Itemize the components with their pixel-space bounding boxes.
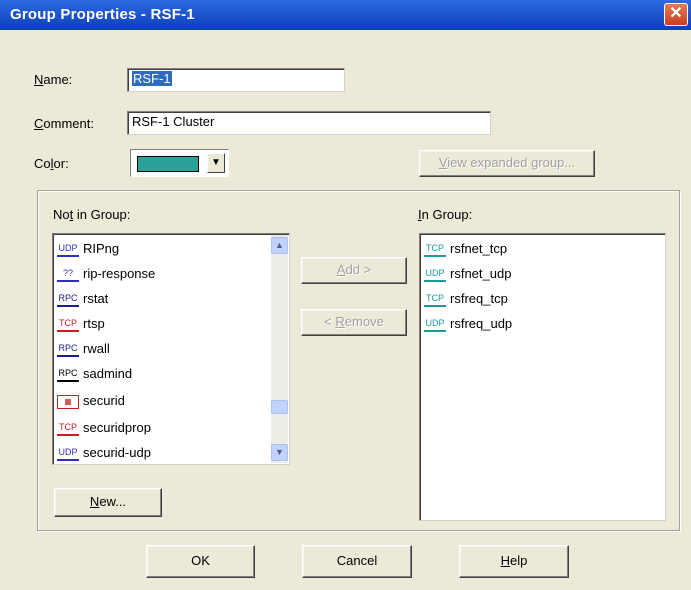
list-item[interactable]: UDP RIPng xyxy=(57,238,119,260)
udp-icon: UDP xyxy=(424,268,446,282)
view-expanded-group-button[interactable]: View expanded group... xyxy=(419,150,595,177)
udp-icon: UDP xyxy=(424,318,446,332)
tcp-icon: TCP xyxy=(424,243,446,257)
list-item[interactable]: ▦ securid xyxy=(57,390,125,412)
name-label: Name: xyxy=(34,72,73,87)
comment-field[interactable]: RSF-1 Cluster xyxy=(127,111,491,135)
not-in-group-list[interactable]: UDP RIPng ?? rip-response RPC rstat TCP rtsp… xyxy=(52,233,290,465)
group-icon: ▦ xyxy=(57,394,79,409)
color-label: Color: xyxy=(34,156,69,171)
group-properties-dialog: Group Properties - RSF-1 ✕ Name: RSF-1 C… xyxy=(0,0,691,590)
new-button[interactable]: New... xyxy=(54,488,162,517)
list-item[interactable]: TCP securidprop xyxy=(57,417,151,439)
rpc-icon: RPC xyxy=(57,293,79,307)
list-item[interactable]: RPC rstat xyxy=(57,288,108,310)
scrollbar-thumb[interactable] xyxy=(271,400,288,414)
list-item[interactable]: UDP rsfreq_udp xyxy=(424,313,512,335)
tcp-icon: TCP xyxy=(57,318,79,332)
name-field[interactable]: RSF-1 xyxy=(127,68,345,92)
list-item[interactable]: TCP rsfnet_tcp xyxy=(424,238,507,260)
list-item[interactable]: RPC sadmind xyxy=(57,363,132,385)
cancel-button[interactable]: Cancel xyxy=(302,545,412,578)
tcp-icon: TCP xyxy=(57,422,79,436)
rpc-icon: RPC xyxy=(57,343,79,357)
scroll-up-icon[interactable]: ▲ xyxy=(271,237,288,254)
add-button[interactable]: Add > xyxy=(301,257,407,284)
scroll-down-icon[interactable]: ▼ xyxy=(271,444,288,461)
list-item[interactable]: ?? rip-response xyxy=(57,263,155,285)
comment-label: Comment: xyxy=(34,116,94,131)
remove-button[interactable]: < Remove xyxy=(301,309,407,336)
title-bar[interactable]: Group Properties - RSF-1 ✕ xyxy=(0,0,691,30)
list-item[interactable]: UDP rsfnet_udp xyxy=(424,263,511,285)
list-item[interactable]: TCP rtsp xyxy=(57,313,105,335)
list-item[interactable]: TCP rsfreq_tcp xyxy=(424,288,508,310)
close-icon[interactable]: ✕ xyxy=(664,3,688,26)
ok-button[interactable]: OK xyxy=(146,545,255,578)
unknown-service-icon: ?? xyxy=(57,268,79,282)
help-button[interactable]: Help xyxy=(459,545,569,578)
color-swatch xyxy=(137,156,199,172)
in-group-label: In Group: xyxy=(418,207,473,222)
list-item[interactable]: UDP securid-udp xyxy=(57,442,151,464)
udp-icon: UDP xyxy=(57,243,79,257)
list-item[interactable]: RPC rwall xyxy=(57,338,110,360)
comment-value: RSF-1 Cluster xyxy=(132,114,215,129)
tcp-icon: TCP xyxy=(424,293,446,307)
window-title: Group Properties - RSF-1 xyxy=(10,6,195,23)
vertical-scrollbar[interactable]: ▲ ▼ xyxy=(271,235,288,463)
not-in-group-label: Not in Group: xyxy=(53,207,131,222)
in-group-list[interactable]: TCP rsfnet_tcp UDP rsfnet_udp TCP rsfreq_tc… xyxy=(419,233,666,521)
color-picker[interactable]: ▼ xyxy=(130,149,229,177)
udp-icon: UDP xyxy=(57,447,79,461)
chevron-down-icon[interactable]: ▼ xyxy=(207,153,225,173)
name-value: RSF-1 xyxy=(132,71,172,86)
rpc-icon: RPC xyxy=(57,368,79,382)
